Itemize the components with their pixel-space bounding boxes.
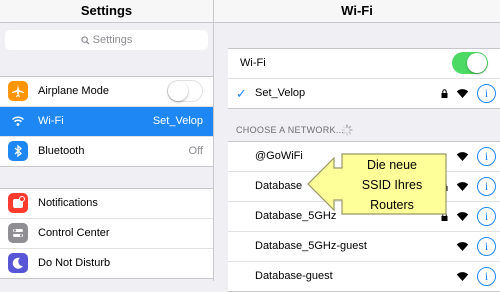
wifi-icon bbox=[8, 111, 28, 131]
info-button[interactable]: i bbox=[477, 237, 496, 256]
network-name: @GoWiFi bbox=[255, 150, 303, 162]
checkmark-icon: ✓ bbox=[236, 86, 247, 101]
airplane-mode-toggle[interactable] bbox=[167, 80, 203, 102]
sidebar-item-label: Wi-Fi bbox=[38, 115, 64, 127]
network-name: Database_5GHz-guest bbox=[255, 240, 367, 252]
bluetooth-value: Off bbox=[188, 145, 203, 157]
loading-spinner-icon bbox=[341, 124, 353, 136]
search-icon bbox=[80, 36, 90, 45]
wifi-current-group: Wi-Fi ✓ Set_Velop i bbox=[228, 48, 500, 109]
callout-text: Die neue SSID Ihres Routers bbox=[344, 155, 440, 215]
sidebar-item-label: Airplane Mode bbox=[38, 85, 109, 97]
connected-network-row[interactable]: ✓ Set_Velop i bbox=[228, 79, 500, 108]
network-row-database-5ghz-guest[interactable]: Database_5GHz-guest i bbox=[228, 232, 500, 262]
sidebar-item-control-center[interactable]: Control Center bbox=[0, 219, 213, 249]
network-name: Database bbox=[255, 180, 303, 192]
sidebar-item-notifications[interactable]: Notifications bbox=[0, 189, 213, 219]
wifi-title: Wi-Fi bbox=[214, 0, 500, 23]
settings-group-notifications: Notifications Control Center Do Not Dist… bbox=[0, 188, 213, 279]
wifi-signal-icon bbox=[456, 242, 469, 251]
control-center-icon bbox=[8, 223, 28, 243]
wifi-toggle-row: Wi-Fi bbox=[228, 49, 500, 79]
sidebar-item-label: Control Center bbox=[38, 227, 110, 239]
info-button[interactable]: i bbox=[477, 177, 496, 196]
settings-group-connectivity: Airplane Mode Wi-Fi Set_Velop Bluetooth … bbox=[0, 76, 213, 167]
wifi-signal-icon bbox=[456, 212, 469, 221]
sidebar-item-airplane-mode[interactable]: Airplane Mode bbox=[0, 77, 213, 107]
wifi-signal-icon bbox=[456, 89, 469, 98]
info-button[interactable]: i bbox=[477, 207, 496, 226]
settings-search-input[interactable]: Settings bbox=[5, 30, 208, 50]
callout-line: Die neue bbox=[366, 158, 418, 172]
sidebar-item-wifi[interactable]: Wi-Fi Set_Velop bbox=[0, 107, 213, 137]
info-button[interactable]: i bbox=[477, 147, 496, 166]
settings-sidebar: Settings Settings Airplane Mode Wi-Fi Se… bbox=[0, 0, 214, 281]
sidebar-item-label: Bluetooth bbox=[38, 145, 85, 157]
sidebar-item-bluetooth[interactable]: Bluetooth Off bbox=[0, 137, 213, 166]
sidebar-item-do-not-disturb[interactable]: Do Not Disturb bbox=[0, 249, 213, 278]
network-name: Set_Velop bbox=[255, 87, 306, 99]
info-button[interactable]: i bbox=[477, 267, 496, 286]
search-placeholder: Settings bbox=[92, 34, 133, 46]
wifi-signal-icon bbox=[456, 272, 469, 281]
wifi-panel: Wi-Fi Wi-Fi ✓ Set_Velop i CHOOSE A NETWO… bbox=[214, 0, 500, 292]
sidebar-item-label: Notifications bbox=[38, 197, 98, 209]
notifications-icon bbox=[8, 193, 28, 213]
callout-line: Routers bbox=[370, 198, 414, 212]
sidebar-item-label: Do Not Disturb bbox=[38, 257, 111, 269]
network-row-database-guest[interactable]: Database-guest i bbox=[228, 262, 500, 291]
wifi-toggle-label: Wi-Fi bbox=[240, 57, 266, 69]
wifi-signal-icon bbox=[456, 152, 469, 161]
network-name: Database-guest bbox=[255, 270, 333, 282]
wifi-toggle[interactable] bbox=[452, 52, 488, 74]
choose-network-header: CHOOSE A NETWORK... bbox=[236, 125, 345, 135]
wifi-signal-icon bbox=[456, 182, 469, 191]
callout-line: SSID Ihres bbox=[361, 178, 423, 192]
moon-icon bbox=[8, 253, 28, 273]
bluetooth-icon bbox=[8, 141, 28, 161]
lock-icon bbox=[441, 89, 448, 98]
settings-title: Settings bbox=[0, 0, 213, 23]
wifi-network-value: Set_Velop bbox=[152, 115, 203, 127]
info-button[interactable]: i bbox=[477, 84, 496, 103]
airplane-icon bbox=[8, 81, 28, 101]
